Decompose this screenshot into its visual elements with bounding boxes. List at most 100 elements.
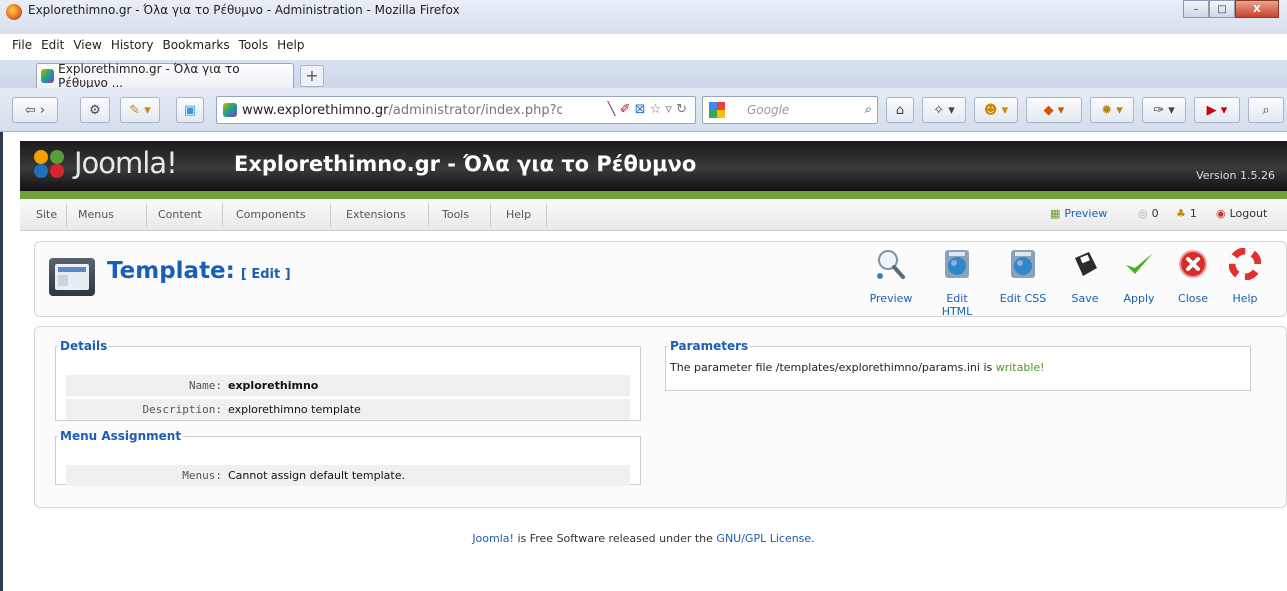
url-actions-icon[interactable]: ╲ ✐ ⊠ ☆ ▿ ↻ [608, 102, 687, 117]
back-arrow-icon: ⇦ › [24, 102, 46, 118]
browser-tab[interactable]: Explorethimno.gr - Όλα για το Ρέθυμνο ..… [36, 62, 294, 90]
edit-html-button[interactable]: Edit HTML [931, 242, 983, 318]
preview-icon: ▦ [1050, 207, 1061, 220]
addon-dropdown-5[interactable]: ✑ ▾ [1142, 97, 1186, 123]
description-label: Description: [142, 403, 222, 416]
menu-separator [146, 203, 147, 227]
fish-icon: ◆ ▾ [1043, 102, 1065, 118]
cog-icon: ✹ ▾ [1101, 102, 1123, 118]
menus-row: Menus: Cannot assign default template. [66, 465, 630, 486]
addon-dropdown-1[interactable]: ✧ ▾ [922, 97, 966, 123]
menu-file[interactable]: File [12, 38, 32, 52]
addon-dropdown-3[interactable]: ◆ ▾ [1026, 97, 1082, 123]
browser-window: Explorethimno.gr - Όλα για το Ρέθυμνο - … [0, 0, 1287, 591]
menu-bar: File Edit View History Bookmarks Tools H… [12, 38, 305, 52]
version-label: Version 1.5.26 [1196, 169, 1275, 182]
apply-button[interactable]: Apply [1113, 242, 1165, 316]
menu-tools[interactable]: Tools [239, 38, 269, 52]
page-title: Template:[ Edit ] [107, 258, 291, 284]
home-button[interactable]: ⌂ [886, 97, 914, 123]
header-divider [20, 191, 1287, 199]
edit-css-button[interactable]: Edit CSS [997, 242, 1049, 316]
new-tab-button[interactable]: + [300, 65, 324, 87]
addon-dropdown-2[interactable]: ☻ ▾ [974, 97, 1018, 123]
menu-separator [546, 203, 547, 227]
dropper-icon: ✑ ▾ [1153, 102, 1175, 118]
menu-assignment-legend: Menu Assignment [60, 429, 182, 443]
parameters-legend: Parameters [670, 339, 749, 353]
globe-css-icon [1011, 250, 1035, 278]
menu-view[interactable]: View [73, 38, 101, 52]
joomla-header: Joomla! Explorethimno.gr - Όλα για το Ρέ… [20, 141, 1287, 191]
zoom-button[interactable]: ⌕ [1248, 97, 1284, 123]
tab-bar: Explorethimno.gr - Όλα για το Ρέθυμνο ..… [0, 60, 1287, 90]
menu-bookmarks[interactable]: Bookmarks [163, 38, 230, 52]
search-placeholder: Google [747, 103, 790, 117]
content-panel: Details Name: explorethimno Description:… [34, 326, 1287, 508]
navigation-toolbar: ⇦ › ⚙ ✎ ▾ ▣ www.explorethimno.gr/adminis… [0, 88, 1287, 132]
maximize-button[interactable]: □ [1209, 0, 1235, 18]
save-button[interactable]: Save [1059, 242, 1111, 316]
home-icon: ⌂ [895, 102, 905, 118]
admin-menu-components[interactable]: Components [236, 208, 306, 221]
admin-menu: Site Menus Content Components Extensions… [20, 199, 1287, 231]
youtube-icon: ▶ ▾ [1206, 102, 1228, 118]
addon-dropdown-4[interactable]: ✹ ▾ [1090, 97, 1134, 123]
window-title: Explorethimno.gr - Όλα για το Ρέθυμνο - … [28, 3, 460, 17]
joomla-link[interactable]: Joomla! [472, 532, 514, 545]
page-subtitle: [ Edit ] [240, 267, 291, 282]
smiley-icon: ☻ ▾ [983, 102, 1009, 118]
admin-menu-tools[interactable]: Tools [442, 208, 469, 221]
close-button[interactable]: Close [1167, 242, 1219, 316]
url-favicon-icon [223, 103, 237, 117]
preview-link[interactable]: ▦ Preview [1050, 207, 1107, 220]
search-icon[interactable]: ⌕ [864, 102, 871, 117]
logout-icon: ◉ [1216, 207, 1226, 220]
back-forward-button[interactable]: ⇦ › [12, 97, 58, 123]
magnifier-icon [877, 250, 905, 279]
admin-menu-extensions[interactable]: Extensions [346, 208, 406, 221]
pen-dropdown[interactable]: ✎ ▾ [120, 97, 160, 123]
minimize-button[interactable]: – [1183, 0, 1209, 18]
writable-status: writable! [995, 361, 1045, 374]
admin-menu-content[interactable]: Content [158, 208, 202, 221]
tab-label: Explorethimno.gr - Όλα για το Ρέθυμνο ..… [58, 62, 240, 90]
help-button[interactable]: Help [1219, 242, 1271, 316]
details-legend: Details [60, 339, 108, 353]
menu-help[interactable]: Help [277, 38, 304, 52]
details-fieldset: Details Name: explorethimno Description:… [55, 339, 641, 421]
menu-edit[interactable]: Edit [41, 38, 64, 52]
logout-link[interactable]: ◉ Logout [1216, 207, 1267, 220]
admin-menu-menus[interactable]: Menus [78, 208, 114, 221]
feather-icon: ✧ ▾ [933, 102, 955, 118]
floppy-icon [1075, 252, 1097, 276]
toolbar-panel: Template:[ Edit ] Preview Edit HTML Edit… [34, 241, 1287, 318]
menu-assignment-fieldset: Menu Assignment Menus: Cannot assign def… [55, 429, 641, 486]
url-text[interactable]: www.explorethimno.gr/administrator/index… [242, 103, 562, 118]
close-circle-icon [1179, 250, 1207, 278]
toolbar-extension-button[interactable]: ▣ [176, 97, 204, 123]
youtube-dropdown[interactable]: ▶ ▾ [1194, 97, 1240, 123]
firefox-icon [6, 4, 22, 20]
close-window-button[interactable]: X [1235, 0, 1279, 18]
admin-menu-site[interactable]: Site [36, 208, 57, 221]
addon-button[interactable]: ⚙ [80, 97, 110, 123]
parameters-fieldset: Parameters The parameter file /templates… [665, 339, 1251, 391]
name-row: Name: explorethimno [66, 375, 630, 396]
menu-history[interactable]: History [111, 38, 154, 52]
pen-icon: ✎ ▾ [129, 102, 151, 118]
name-label: Name: [188, 379, 222, 392]
checkmark-icon [1126, 253, 1153, 274]
license-link[interactable]: GNU/GPL License. [716, 532, 814, 545]
site-favicon-icon [41, 69, 55, 83]
menu-separator [428, 203, 429, 227]
menus-value: Cannot assign default template. [228, 469, 405, 482]
users-count[interactable]: ♣ 1 [1176, 207, 1197, 220]
menu-separator [66, 203, 67, 227]
preview-button[interactable]: Preview [865, 242, 917, 316]
url-bar[interactable]: www.explorethimno.gr/administrator/index… [216, 96, 696, 124]
description-value: explorethimno template [228, 403, 361, 416]
admin-menu-help[interactable]: Help [506, 208, 531, 221]
search-bar[interactable]: Google ⌕ [702, 96, 878, 124]
messages-count[interactable]: ◎ 0 [1138, 207, 1159, 220]
